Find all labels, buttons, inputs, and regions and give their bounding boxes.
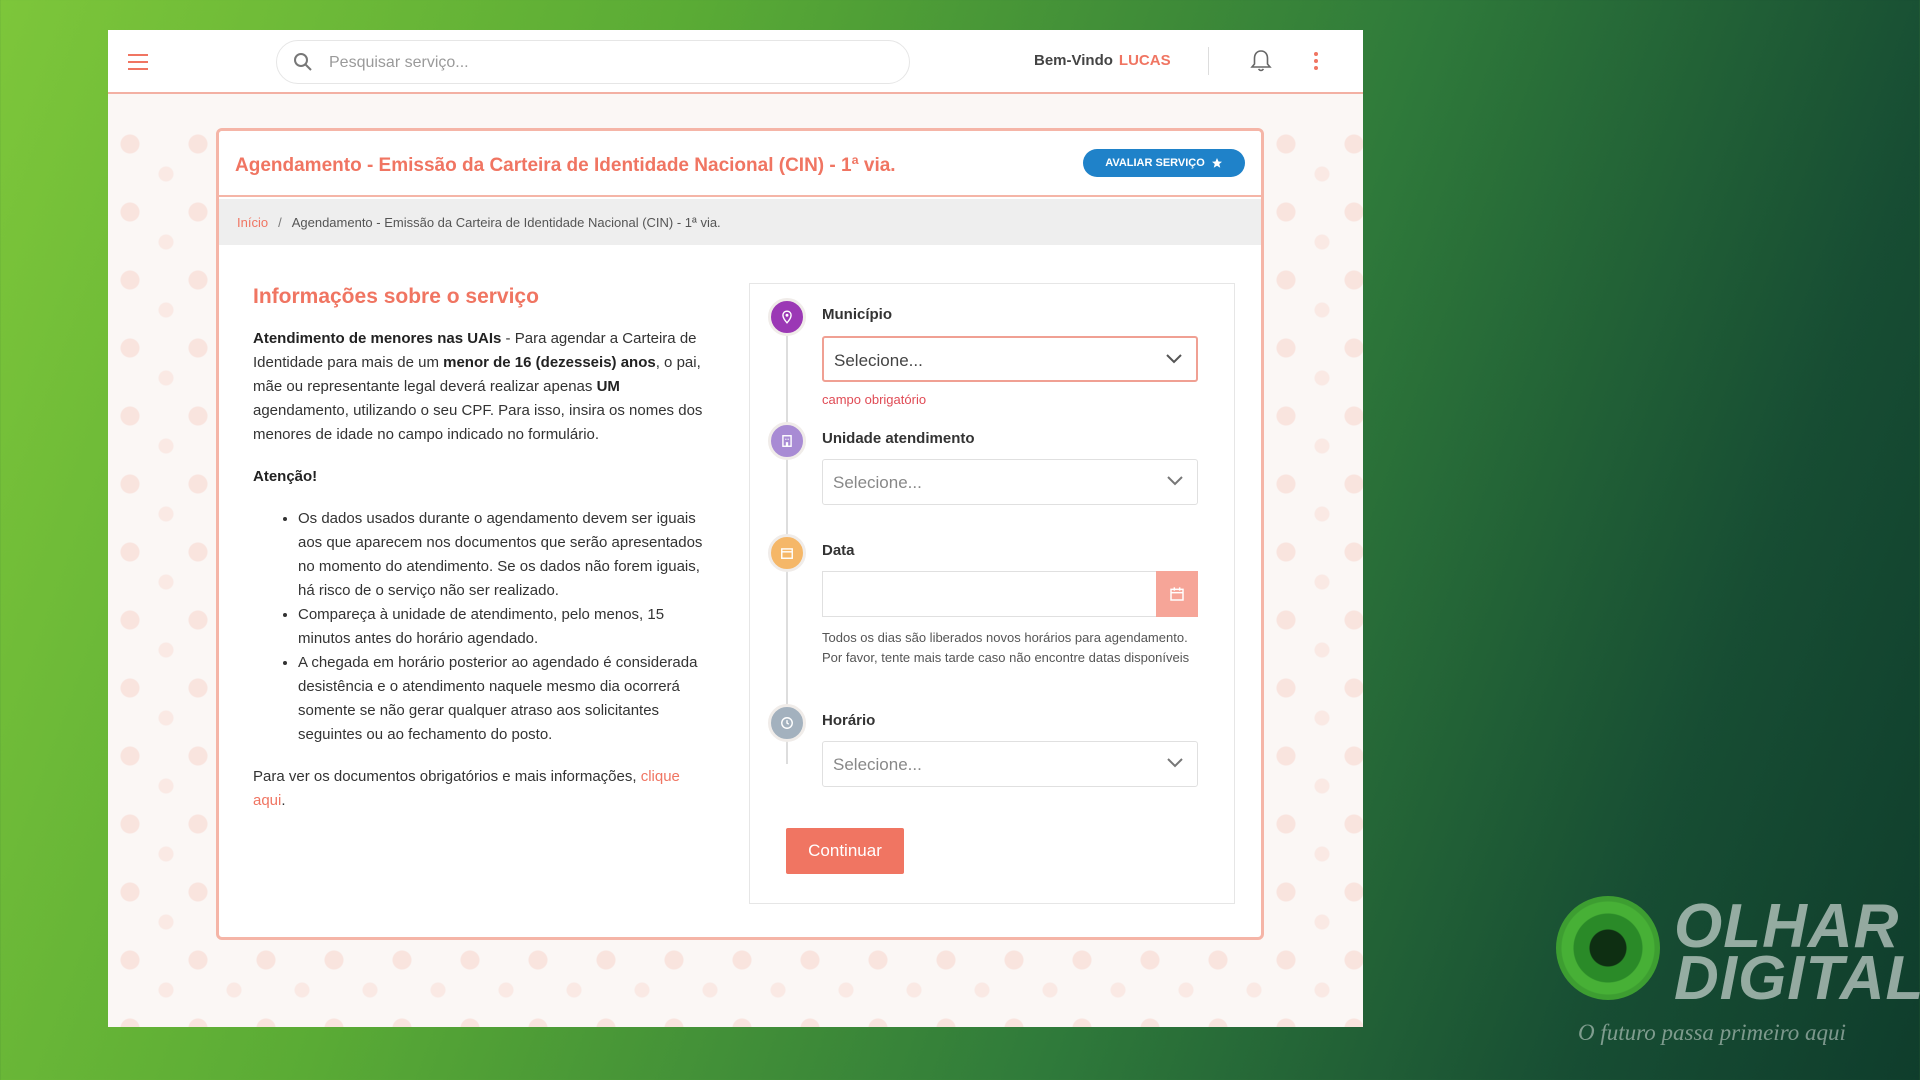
chevron-down-icon	[1167, 476, 1183, 486]
welcome-label: Bem-Vindo	[1034, 52, 1113, 69]
topbar-divider	[1208, 47, 1209, 75]
info-bold-1: Atendimento de menores nas UAIs	[253, 330, 502, 347]
breadcrumb-home-link[interactable]: Início	[237, 215, 268, 230]
scheduling-form: Município Selecione... campo obrigatório…	[749, 283, 1235, 904]
list-item: Compareça à unidade de atendimento, pelo…	[298, 603, 708, 651]
breadcrumb: Início / Agendamento - Emissão da Carteira…	[219, 199, 1261, 245]
info-footer-text: Para ver os documentos obrigatórios e ma…	[253, 768, 641, 785]
bell-icon[interactable]	[1250, 49, 1272, 73]
data-label: Data	[822, 542, 855, 559]
breadcrumb-separator: /	[278, 215, 282, 230]
info-heading: Informações sobre o serviço	[253, 285, 539, 308]
attention-text: Atenção!	[253, 468, 318, 485]
calendar-icon	[768, 534, 806, 572]
more-options-icon[interactable]	[1314, 52, 1320, 73]
star-icon	[1211, 158, 1222, 168]
browser-window: Bem-Vindo LUCAS Agendamento - Emissão da …	[108, 30, 1363, 1027]
municipio-select[interactable]: Selecione...	[822, 336, 1198, 382]
step-municipio	[768, 298, 806, 336]
chevron-down-icon	[1166, 354, 1182, 364]
continue-button[interactable]: Continuar	[786, 828, 904, 874]
menu-icon[interactable]	[128, 54, 148, 70]
info-bold-2: menor de 16 (dezesseis) anos	[443, 354, 656, 371]
step-data	[768, 534, 806, 572]
building-icon	[768, 422, 806, 460]
horario-label: Horário	[822, 712, 876, 729]
breadcrumb-current: Agendamento - Emissão da Carteira de Ide…	[291, 215, 721, 230]
clock-icon	[768, 704, 806, 742]
municipio-label: Município	[822, 306, 892, 323]
username[interactable]: LUCAS	[1119, 52, 1171, 69]
info-footer: Para ver os documentos obrigatórios e ma…	[253, 765, 708, 813]
date-help-text: Todos os dias são liberados novos horári…	[822, 630, 1190, 665]
top-bar: Bem-Vindo LUCAS	[108, 30, 1363, 94]
horario-value: Selecione...	[833, 755, 922, 774]
search-box	[276, 40, 910, 84]
logo-word-2: DIGITAL	[1674, 944, 1920, 1013]
welcome-text: Bem-Vindo LUCAS	[1034, 52, 1171, 69]
unidade-value: Selecione...	[833, 473, 922, 492]
card-header: Agendamento - Emissão da Carteira de Ide…	[219, 131, 1261, 197]
olhar-digital-watermark: OLHAR DIGITAL O futuro passa primeiro aq…	[1556, 896, 1920, 1056]
search-icon	[294, 53, 312, 71]
olhar-digital-logo-icon	[1556, 896, 1660, 1000]
rate-service-label: AVALIAR SERVIÇO	[1105, 157, 1205, 169]
attention-list: Os dados usados durante o agendamento de…	[298, 507, 708, 747]
unidade-label: Unidade atendimento	[822, 430, 975, 447]
date-picker-button[interactable]	[1156, 571, 1198, 617]
info-bold-3: UM	[596, 378, 620, 395]
step-unidade	[768, 422, 806, 460]
date-input[interactable]	[822, 571, 1156, 617]
info-footer-end: .	[281, 792, 286, 809]
service-info: Informações sobre o serviço Atendimento …	[253, 283, 708, 831]
info-paragraph: Atendimento de menores nas UAIs - Para a…	[253, 327, 708, 447]
logo-tagline: O futuro passa primeiro aqui	[1578, 1020, 1846, 1045]
chevron-down-icon	[1167, 758, 1183, 768]
rate-service-button[interactable]: AVALIAR SERVIÇO	[1083, 149, 1245, 177]
attention-heading: Atenção!	[253, 465, 708, 489]
service-card: Agendamento - Emissão da Carteira de Ide…	[216, 128, 1264, 940]
page-title: Agendamento - Emissão da Carteira de Ide…	[235, 155, 896, 176]
municipio-value: Selecione...	[834, 351, 923, 370]
location-pin-icon	[768, 298, 806, 336]
list-item: A chegada em horário posterior ao agenda…	[298, 651, 708, 747]
unidade-select[interactable]: Selecione...	[822, 459, 1198, 505]
list-item: Os dados usados durante o agendamento de…	[298, 507, 708, 603]
municipio-error: campo obrigatório	[822, 392, 927, 407]
info-text-3: agendamento, utilizando o seu CPF. Para …	[253, 402, 703, 443]
step-horario	[768, 704, 806, 742]
horario-select[interactable]: Selecione...	[822, 741, 1198, 787]
calendar-icon	[1170, 587, 1184, 601]
search-input[interactable]	[329, 51, 889, 75]
